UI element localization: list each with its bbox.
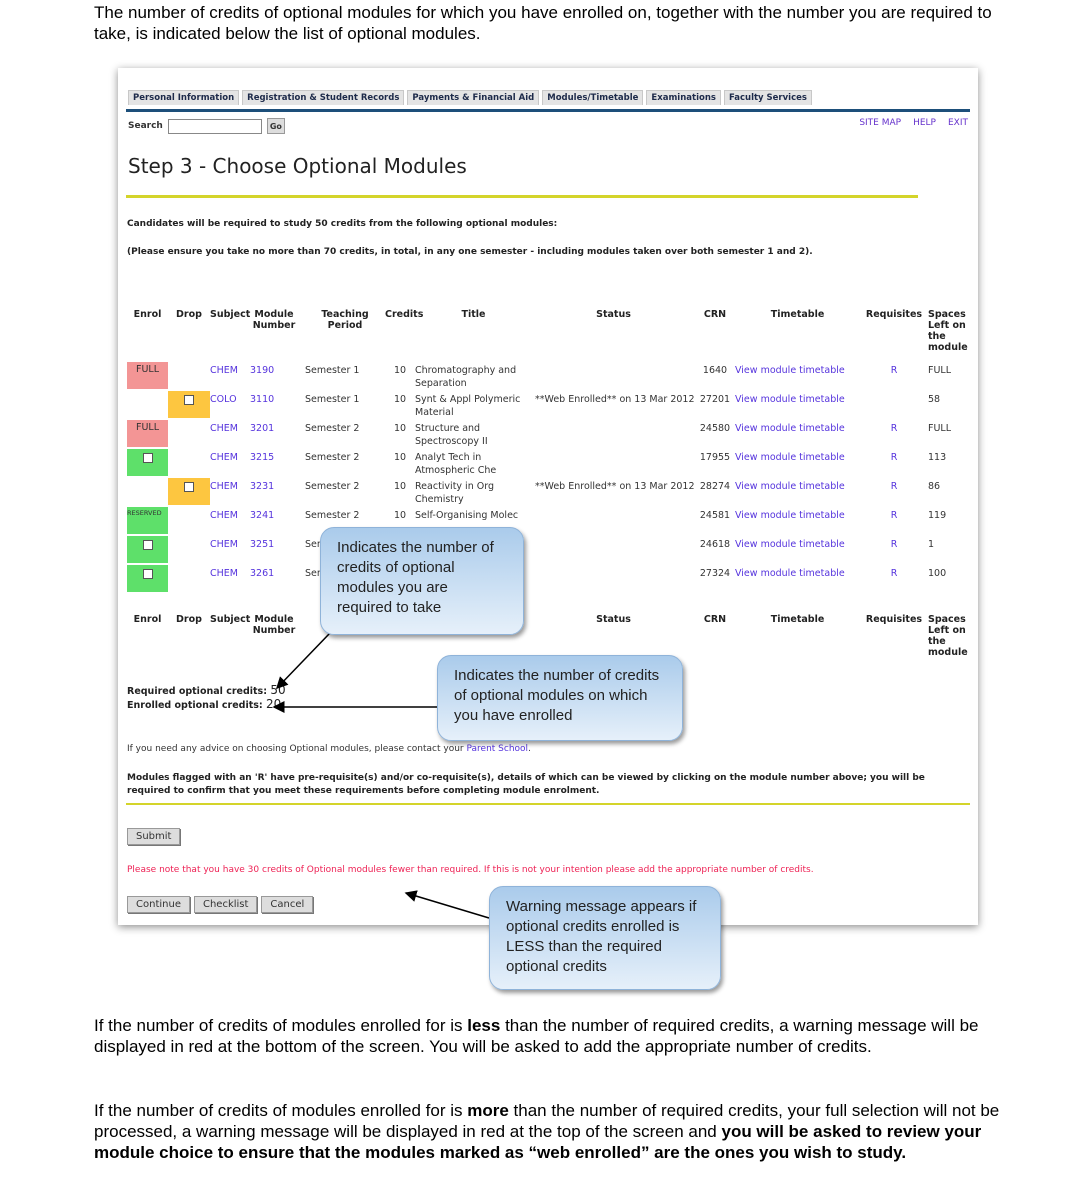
arrow [404,890,490,919]
paragraph-more: If the number of credits of modules enro… [94,1101,1000,1162]
callout-required-credits: Indicates the number of credits of optio… [320,527,524,635]
arrow [275,632,331,690]
callout-arrows [272,632,490,919]
callout-enrolled-credits: Indicates the number of credits of optio… [437,655,683,741]
paragraph-less: If the number of credits of modules enro… [94,1016,979,1056]
callout-warning: Warning message appears if optional cred… [489,886,721,990]
